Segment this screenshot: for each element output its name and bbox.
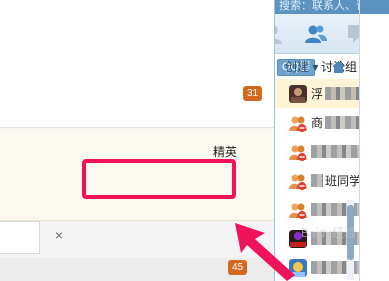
arrow-icon [235, 223, 295, 281]
blurred-text [325, 116, 359, 129]
group-avatar-icon [289, 85, 307, 103]
blurred-text [325, 87, 359, 100]
home-icon[interactable] [331, 60, 346, 74]
background-top-area [0, 0, 274, 128]
blurred-text [311, 174, 323, 187]
group-icon[interactable] [304, 22, 328, 46]
person-icon[interactable] [274, 22, 285, 46]
list-item[interactable]: 商 [275, 108, 359, 137]
unread-badge: 31 [243, 86, 263, 101]
right-rail [359, 0, 389, 281]
background-input-box[interactable] [0, 221, 40, 254]
create-label: 创建 [285, 60, 310, 74]
create-group-button[interactable]: 创建 ▾ [285, 60, 318, 75]
chat-icon[interactable] [345, 22, 359, 46]
main-tabs [275, 14, 359, 54]
group-avatar-icon [289, 174, 307, 190]
group-avatar-icon [289, 116, 307, 132]
highlight-box [82, 159, 236, 199]
search-input[interactable]: 搜索：联系人、讨论组、群、企业 [275, 0, 359, 14]
blurred-text [311, 145, 359, 158]
list-item[interactable]: 班同学群 [275, 166, 359, 195]
group-avatar-icon [289, 145, 307, 161]
list-item[interactable]: 浮 [275, 79, 359, 108]
group-name: 班同学群 [325, 174, 359, 188]
search-bar-end [360, 0, 389, 14]
list-item[interactable] [275, 137, 359, 166]
group-name: 浮 [311, 87, 324, 101]
close-icon[interactable]: × [52, 228, 66, 242]
chevron-down-icon: ▾ [312, 60, 319, 74]
group-name: 商 [311, 116, 324, 130]
watermark: Baidu经验 [301, 226, 356, 240]
group-name-tail: 精英 [213, 145, 238, 159]
